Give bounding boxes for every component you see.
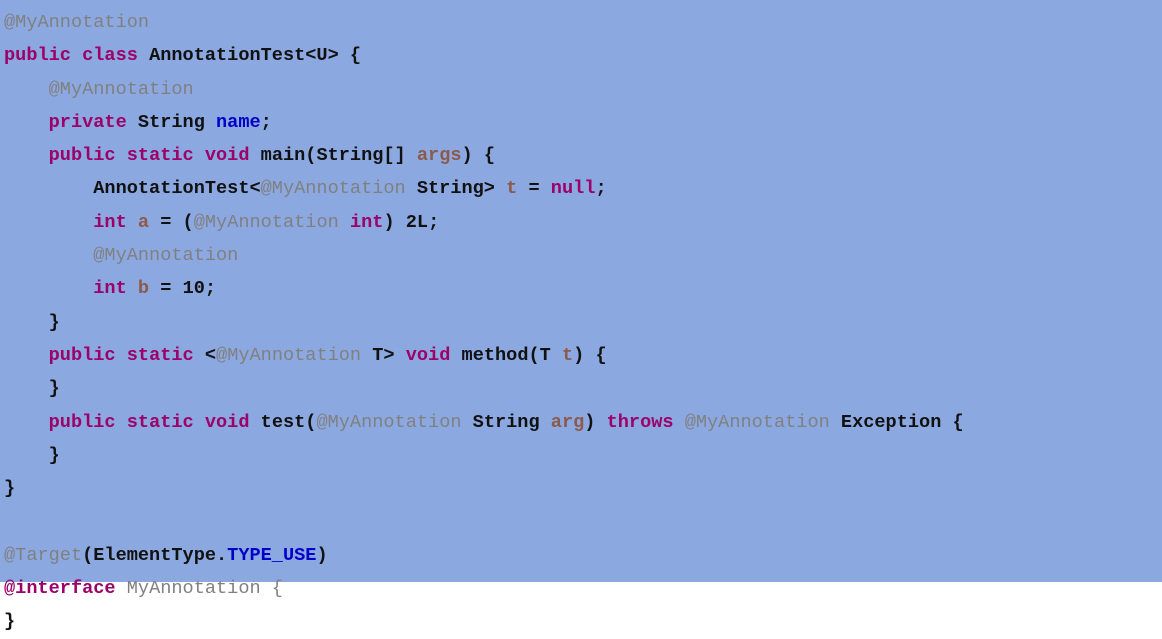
keyword-token: throws <box>606 411 685 433</box>
identifier-token: = ( <box>149 211 194 233</box>
annotation-token: @MyAnnotation <box>260 178 406 200</box>
identifier-token: ; <box>260 111 272 133</box>
identifier-token: } <box>48 311 60 333</box>
identifier-token: String <box>461 411 551 433</box>
code-line[interactable]: AnnotationTest<@MyAnnotation String> t =… <box>4 172 1162 205</box>
parameter-token: args <box>416 145 462 167</box>
annotation-token: @MyAnnotation <box>93 245 239 267</box>
code-line[interactable]: int b = 10; <box>4 272 1162 305</box>
identifier-token: AnnotationTest<U> { <box>149 45 362 67</box>
identifier-token: T> <box>361 344 406 366</box>
identifier-token: = <box>517 178 551 200</box>
indent-token <box>4 79 49 100</box>
annotation-token: MyAnnotation { <box>126 578 283 600</box>
field-token: TYPE_USE <box>227 544 317 566</box>
keyword-token: public class <box>4 45 150 67</box>
keyword-token: void <box>405 344 462 366</box>
identifier-token: String> <box>405 178 507 200</box>
code-editor-surface[interactable]: @MyAnnotation public class AnnotationTest… <box>0 0 1162 632</box>
code-line[interactable]: @MyAnnotation <box>4 6 1162 39</box>
keyword-token: public static <box>48 344 205 366</box>
identifier-token: } <box>48 444 60 466</box>
annotation-token: @MyAnnotation <box>48 78 194 100</box>
indent-token <box>4 278 93 299</box>
code-line[interactable]: @interface MyAnnotation { <box>4 572 1162 605</box>
indent-token <box>339 212 350 233</box>
code-line[interactable]: @MyAnnotation <box>4 239 1162 272</box>
code-line[interactable]: @MyAnnotation <box>4 73 1162 106</box>
code-line[interactable]: } <box>4 306 1162 339</box>
keyword-token: int <box>93 278 138 300</box>
identifier-token: Exception { <box>829 411 964 433</box>
identifier-token: ) <box>316 544 328 566</box>
parameter-token: a <box>137 211 150 233</box>
annotation-token: @MyAnnotation <box>193 211 339 233</box>
identifier-token: < <box>204 344 217 366</box>
identifier-token: ) { <box>461 145 495 167</box>
parameter-token: t <box>506 178 518 200</box>
indent-token <box>4 245 93 266</box>
indent-token <box>4 112 49 133</box>
identifier-token: method(T <box>461 344 562 366</box>
keyword-token: public static void <box>48 411 261 433</box>
parameter-token: b <box>137 278 150 300</box>
keyword-token: int <box>93 211 138 233</box>
annotation-token: @MyAnnotation <box>316 411 462 433</box>
annotation-token: @MyAnnotation <box>684 411 830 433</box>
code-line[interactable]: public static void test(@MyAnnotation St… <box>4 406 1162 439</box>
identifier-token: ; <box>595 178 607 200</box>
identifier-token: ; <box>428 211 440 233</box>
parameter-token: arg <box>550 411 585 433</box>
keyword-token: private <box>48 111 138 133</box>
parameter-token: t <box>561 344 574 366</box>
code-line[interactable]: private String name; <box>4 106 1162 139</box>
identifier-token: = <box>149 278 183 300</box>
identifier-token: } <box>4 611 16 633</box>
annotation-token: @MyAnnotation <box>216 344 362 366</box>
indent-token <box>4 445 49 466</box>
code-line[interactable]: } <box>4 605 1162 638</box>
code-line[interactable]: } <box>4 439 1162 472</box>
indent-token <box>4 312 49 333</box>
keyword-token: @interface <box>4 578 127 600</box>
keyword-token: null <box>550 178 596 200</box>
indent-token <box>4 178 93 199</box>
code-line[interactable]: } <box>4 372 1162 405</box>
identifier-token: ) <box>383 211 406 233</box>
identifier-token: test( <box>260 411 317 433</box>
identifier-token: AnnotationTest< <box>93 178 261 200</box>
identifier-token: (ElementType. <box>82 544 228 566</box>
code-line[interactable]: public class AnnotationTest<U> { <box>4 39 1162 72</box>
identifier-token: } <box>48 378 60 400</box>
number-token: 10 <box>182 278 205 300</box>
code-line[interactable] <box>4 505 1162 538</box>
code-block[interactable]: @MyAnnotation public class AnnotationTest… <box>4 6 1162 639</box>
identifier-token: String <box>137 111 217 133</box>
identifier-token: ) { <box>573 344 607 366</box>
identifier-token: ; <box>204 278 217 300</box>
indent-token <box>4 145 49 166</box>
identifier-token: main(String[] <box>260 145 417 167</box>
keyword-token: public static void <box>48 145 261 167</box>
indent-token <box>4 212 93 233</box>
number-token: 2L <box>405 211 429 233</box>
identifier-token: } <box>4 478 16 500</box>
identifier-token: ) <box>584 411 607 433</box>
annotation-token: @MyAnnotation <box>4 12 150 33</box>
code-line[interactable]: } <box>4 472 1162 505</box>
code-line[interactable]: int a = (@MyAnnotation int) 2L; <box>4 206 1162 239</box>
indent-token <box>4 412 49 433</box>
code-line[interactable]: @Target(ElementType.TYPE_USE) <box>4 539 1162 572</box>
keyword-token: int <box>349 211 384 233</box>
field-token: name <box>216 111 261 133</box>
indent-token <box>4 378 49 399</box>
indent-token <box>4 345 49 366</box>
annotation-token: @Target <box>4 544 83 566</box>
code-line[interactable]: public static void main(String[] args) { <box>4 139 1162 172</box>
code-line[interactable]: public static <@MyAnnotation T> void met… <box>4 339 1162 372</box>
